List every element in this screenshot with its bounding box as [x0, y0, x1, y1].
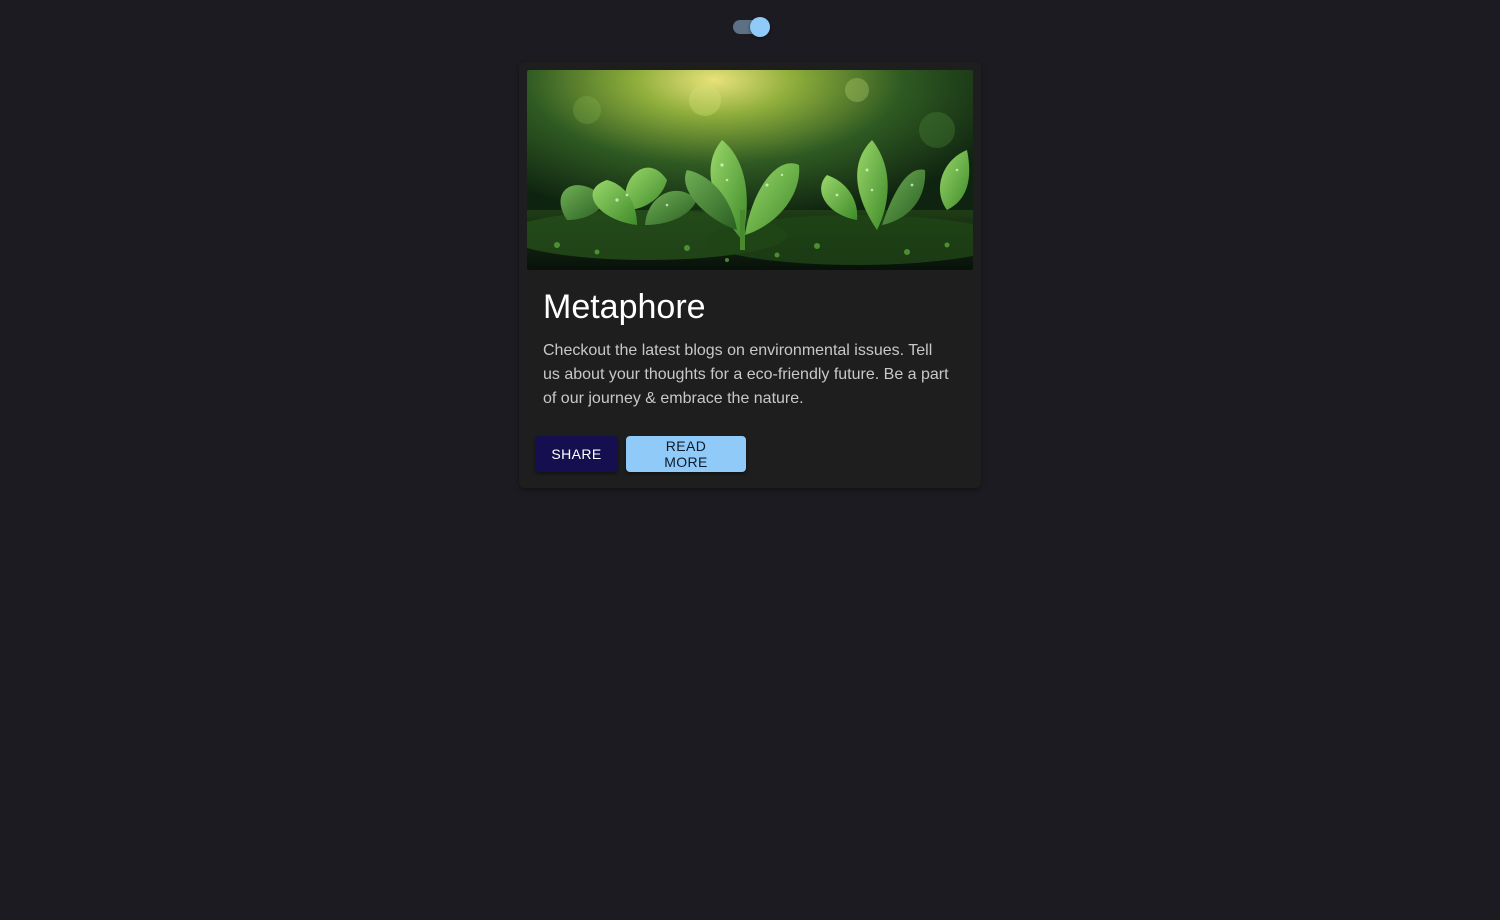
blog-card: Metaphore Checkout the latest blogs on e… — [519, 62, 981, 488]
card-title: Metaphore — [543, 288, 706, 326]
toggle-thumb[interactable] — [750, 17, 770, 37]
read-more-button[interactable]: READ MORE — [626, 436, 746, 472]
card-image — [527, 70, 973, 270]
share-button[interactable]: SHARE — [535, 436, 618, 472]
seedlings-image — [527, 70, 973, 270]
theme-toggle-switch[interactable] — [733, 17, 771, 37]
card-description: Checkout the latest blogs on environment… — [543, 342, 949, 407]
